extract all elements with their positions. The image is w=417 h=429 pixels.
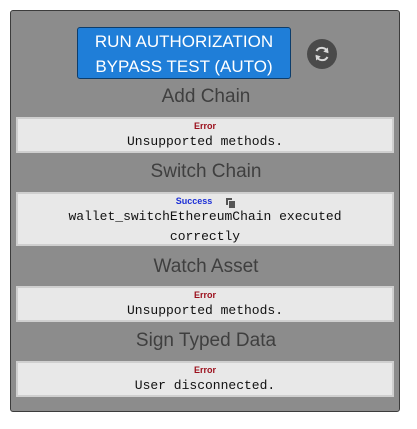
refresh-icon [315,46,329,62]
result-message-line2: correctly [169,229,241,244]
watch-asset-result: Error Unsupported methods. [16,286,394,322]
result-message: User disconnected. [134,378,276,393]
result-message-line1: wallet_switchEthereumChain executed [68,209,342,224]
status-badge: Error [193,290,216,300]
switch-chain-title: Switch Chain [150,161,262,182]
sign-typed-data-title: Sign Typed Data [135,330,277,351]
run-authorization-bypass-test-button[interactable]: RUN AUTHORIZATION BYPASS TEST (AUTO) [77,27,291,79]
watch-asset-title: Watch Asset [153,256,259,277]
status-badge: Error [193,365,216,375]
status-badge: Error [193,121,216,131]
run-button-label-line1: RUN AUTHORIZATION [94,32,274,51]
add-chain-result: Error Unsupported methods. [16,117,394,153]
run-button-label-line2: BYPASS TEST (AUTO) [95,57,273,76]
test-panel: RUN AUTHORIZATION BYPASS TEST (AUTO) Add… [10,10,400,412]
status-line: Success [18,195,392,209]
result-message: Unsupported methods. [126,303,284,318]
add-chain-title: Add Chain [161,86,251,107]
status-badge: Success [175,196,213,206]
copy-icon[interactable] [224,196,237,209]
sign-typed-data-result: Error User disconnected. [16,361,394,397]
result-message: Unsupported methods. [126,134,284,149]
switch-chain-result: Success wallet_switchEthereumChain execu… [16,192,394,246]
refresh-button[interactable] [307,39,337,69]
